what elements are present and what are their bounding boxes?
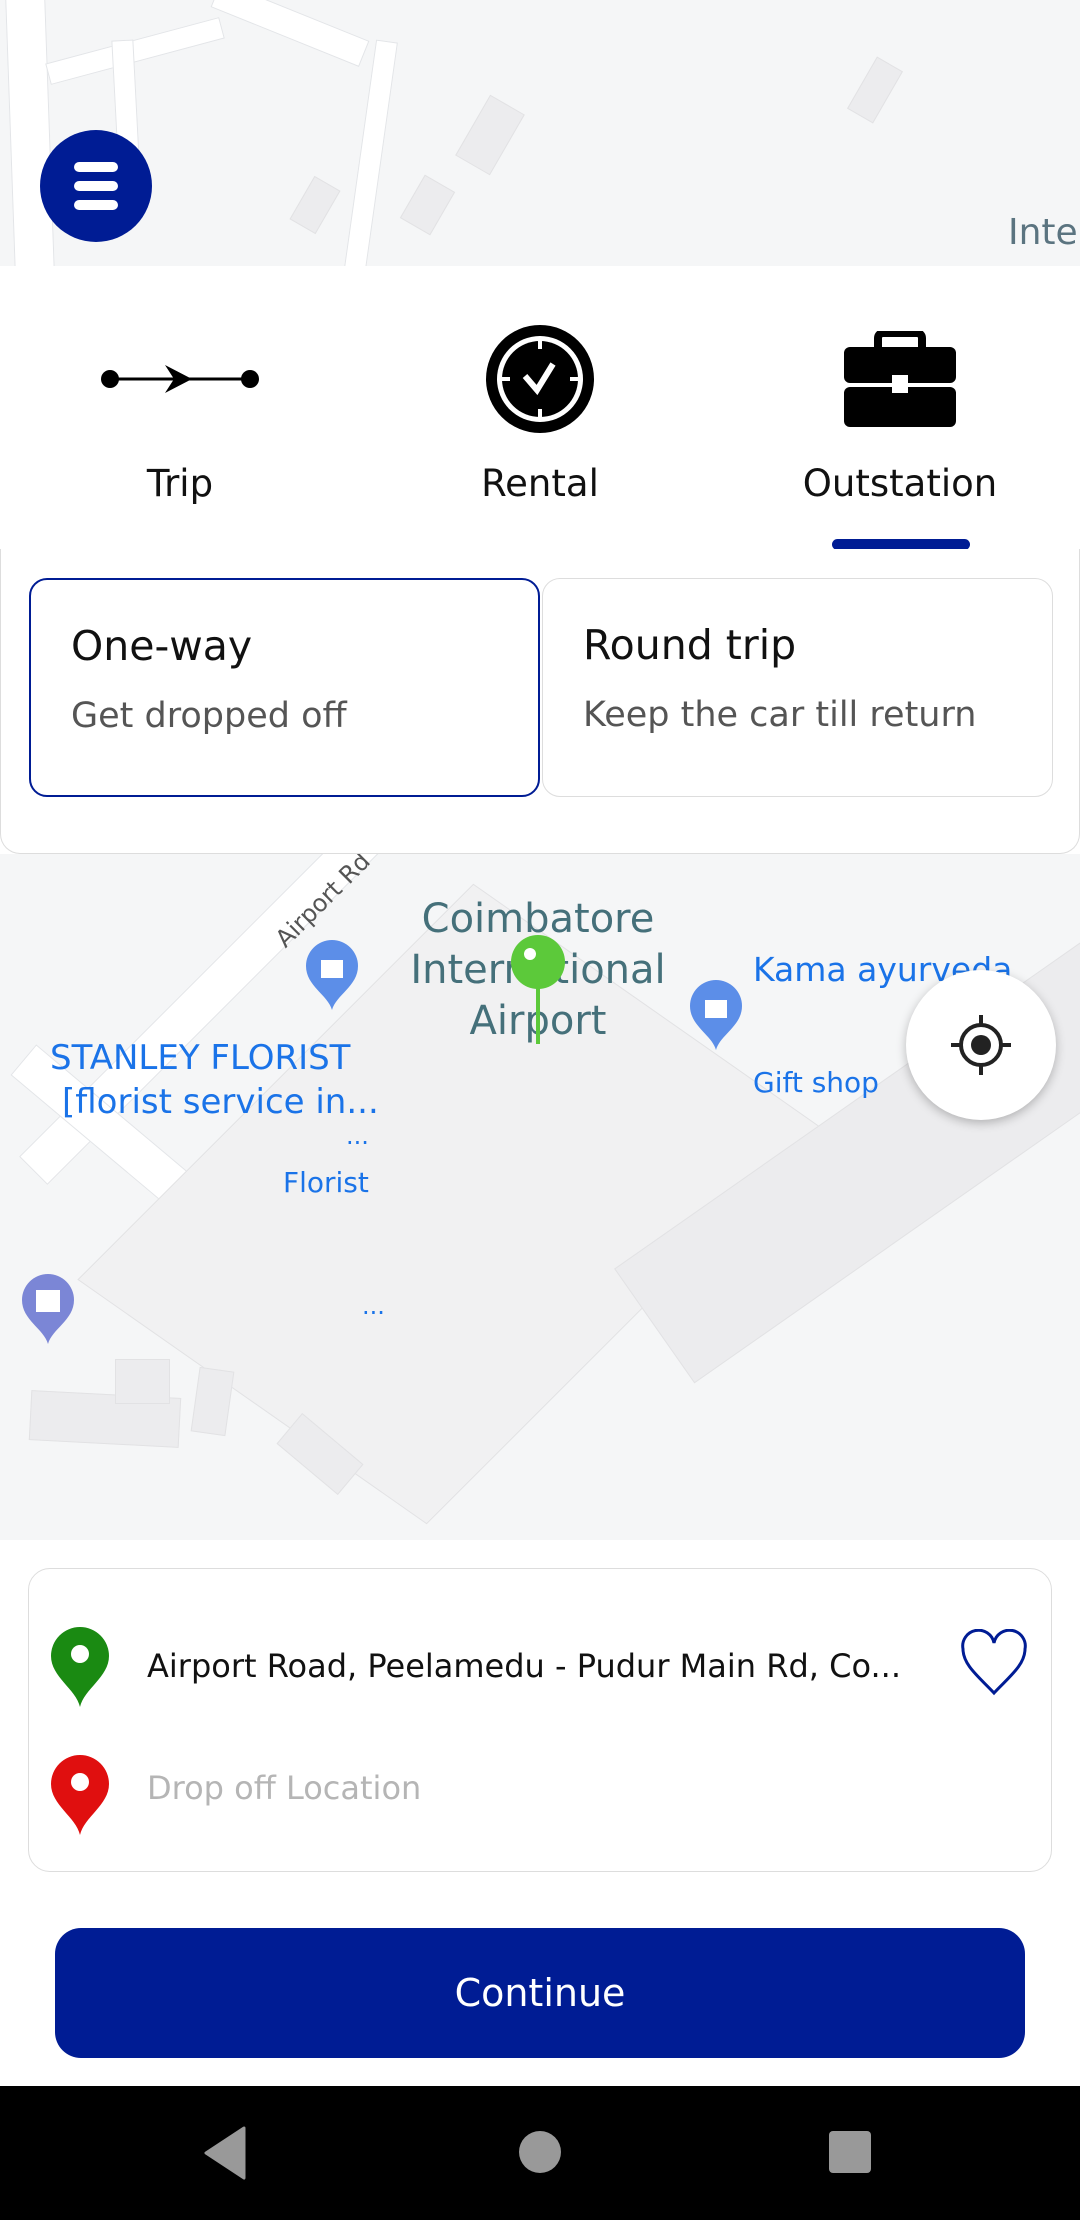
map-top[interactable]: Inter [0, 0, 1080, 266]
recents-icon[interactable] [828, 2130, 872, 2174]
hamburger-menu-icon [74, 162, 118, 172]
briefcase-icon [844, 331, 956, 427]
continue-button[interactable]: Continue [55, 1928, 1025, 2058]
tab-rental[interactable]: Rental [360, 266, 720, 549]
drop-pin-icon [51, 1755, 109, 1835]
option-subtitle: Keep the car till return [583, 695, 977, 735]
option-round-trip[interactable]: Round trip Keep the car till return [542, 578, 1053, 797]
option-title: Round trip [583, 621, 797, 669]
map-label-gift: Gift shop [753, 1066, 879, 1099]
map-label-florist-type: Florist [283, 1166, 369, 1199]
clock-icon [486, 325, 594, 433]
option-subtitle: Get dropped off [71, 696, 347, 736]
favorite-heart-icon[interactable] [959, 1629, 1029, 1699]
poi-fuel-icon [22, 1274, 74, 1344]
tab-label: Trip [146, 462, 214, 505]
drop-row[interactable]: Drop off Location [29, 1755, 1051, 1855]
tab-outstation[interactable]: Outstation [720, 266, 1080, 549]
home-icon[interactable] [518, 2130, 562, 2174]
pickup-row[interactable]: Airport Road, Peelamedu - Pudur Main Rd,… [29, 1617, 1051, 1717]
route-arrow-icon [101, 365, 259, 393]
menu-button[interactable] [40, 130, 152, 242]
back-icon[interactable] [204, 2126, 248, 2180]
drop-location-input[interactable]: Drop off Location [147, 1769, 421, 1807]
map-label-more: ... [346, 1122, 369, 1150]
map-label-more: ... [362, 1292, 385, 1320]
location-inputs: Airport Road, Peelamedu - Pudur Main Rd,… [28, 1568, 1052, 1872]
map-label-florist-desc: [florist service in... [62, 1082, 379, 1122]
service-tabs: Trip Rental Outstation [0, 266, 1080, 549]
pickup-address[interactable]: Airport Road, Peelamedu - Pudur Main Rd,… [147, 1647, 901, 1685]
option-one-way[interactable]: One-way Get dropped off [29, 578, 540, 797]
option-title: One-way [71, 622, 253, 670]
tab-trip[interactable]: Trip [0, 266, 360, 549]
map-label-florist: STANLEY FLORIST [50, 1038, 351, 1078]
tab-label: Rental [481, 462, 599, 505]
trip-type-panel: One-way Get dropped off Round trip Keep … [0, 549, 1080, 854]
crosshair-location-icon [951, 1015, 1011, 1075]
my-location-button[interactable] [906, 970, 1056, 1120]
system-nav-bar [0, 2086, 1080, 2220]
map-view[interactable]: Airport Rd Coimbatore International Airp… [0, 854, 1080, 1540]
map-center-pin-icon [511, 935, 565, 1044]
map-label-inter: Inter [1008, 212, 1080, 253]
pickup-pin-icon [51, 1627, 109, 1707]
tab-label: Outstation [802, 462, 998, 505]
